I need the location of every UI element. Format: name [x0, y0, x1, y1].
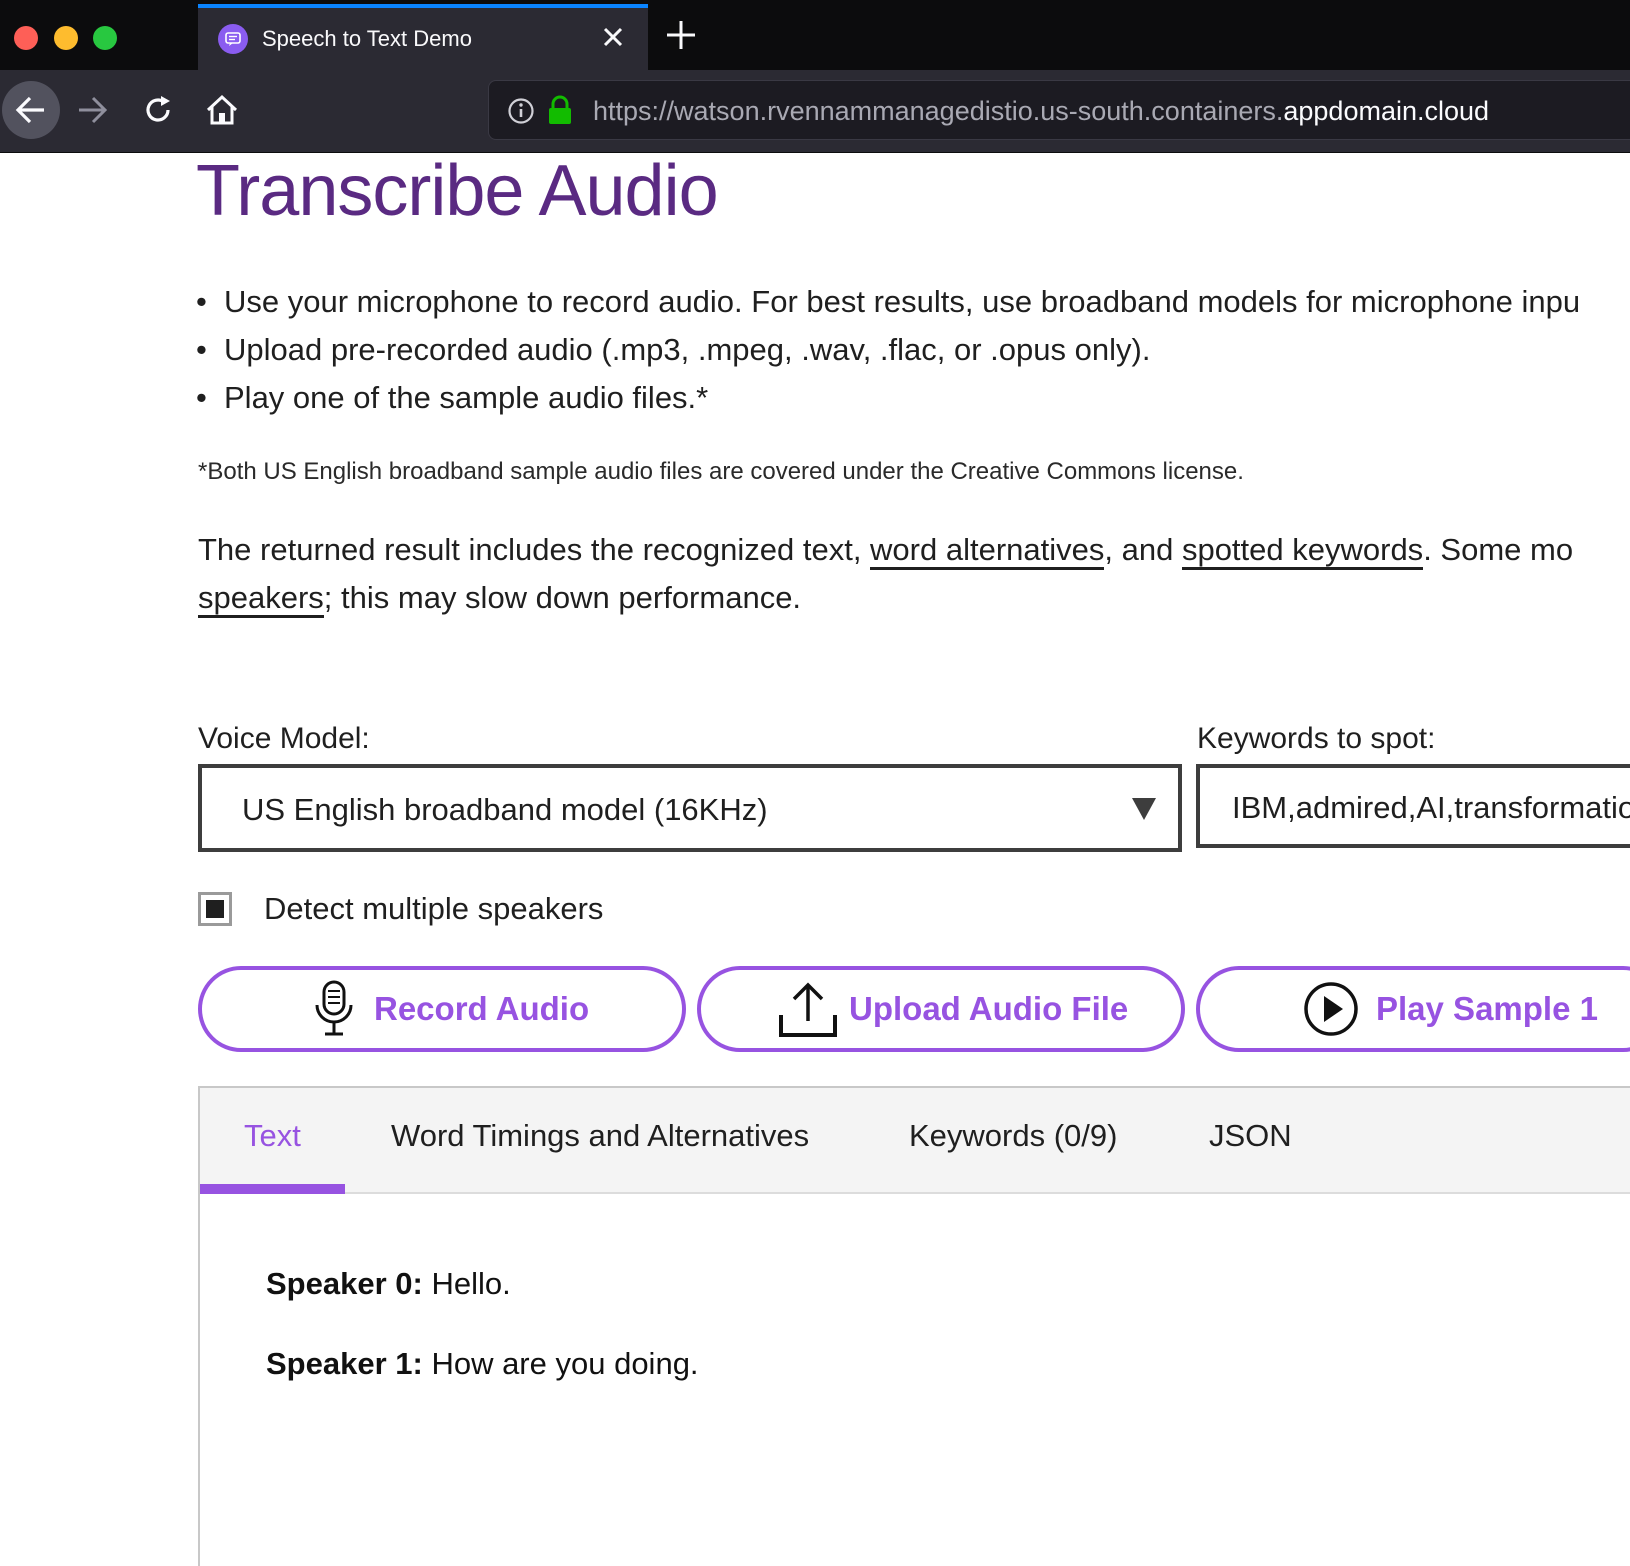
tab-text[interactable]: Text	[244, 1118, 301, 1154]
detect-speakers-checkbox[interactable]	[198, 892, 232, 926]
instruction-sample: Play one of the sample audio files.*	[224, 380, 709, 415]
result-text: ; this may slow down performance.	[323, 580, 802, 615]
tab-keywords[interactable]: Keywords (0/9)	[909, 1118, 1117, 1154]
utterance-text: Hello.	[422, 1266, 511, 1301]
keywords-input[interactable]: IBM,admired,AI,transformatio	[1196, 764, 1630, 848]
forward-arrow-icon[interactable]	[70, 88, 114, 132]
utterance-text: How are you doing.	[422, 1346, 699, 1381]
play-circle-icon	[1302, 980, 1360, 1038]
active-tab-indicator	[200, 1184, 345, 1194]
license-footnote: *Both US English broadband sample audio …	[198, 458, 1244, 485]
output-tab-strip: Text Word Timings and Alternatives Keywo…	[200, 1088, 1630, 1194]
play-sample-1-button[interactable]: Play Sample 1	[1196, 966, 1630, 1052]
record-audio-label: Record Audio	[374, 990, 590, 1027]
list-item: • Use your microphone to record audio. Fo…	[196, 284, 1581, 319]
voice-model-select[interactable]: US English broadband model (16KHz)	[198, 764, 1182, 852]
result-text: , and	[1104, 532, 1182, 567]
info-circle-icon[interactable]	[507, 97, 535, 125]
browser-tab-bar: Speech to Text Demo	[0, 0, 1630, 70]
page-title: Transcribe Audio	[196, 151, 719, 231]
reload-icon[interactable]	[136, 88, 180, 132]
spotted-keywords-link[interactable]: spotted keywords	[1181, 532, 1424, 570]
home-icon[interactable]	[200, 88, 244, 132]
upload-audio-file-label: Upload Audio File	[849, 990, 1129, 1027]
address-bar[interactable]: https://watson.rvennammanagedistio.us-so…	[488, 80, 1630, 140]
close-tab-icon[interactable]	[598, 22, 628, 52]
new-tab-plus-icon[interactable]	[664, 18, 698, 52]
instructions-list: • Use your microphone to record audio. Fo…	[196, 278, 1630, 422]
minimize-window-button[interactable]	[54, 26, 78, 50]
word-alternatives-link[interactable]: word alternatives	[870, 532, 1105, 570]
result-text: The returned result includes the recogni…	[198, 532, 871, 567]
instruction-upload: Upload pre-recorded audio (.mp3, .mpeg, …	[224, 332, 1151, 367]
checkbox-checked-mark	[206, 900, 224, 918]
voice-model-value: US English broadband model (16KHz)	[242, 792, 768, 827]
speaker-label: Speaker 0:	[266, 1266, 423, 1301]
speaker-label: Speaker 1:	[266, 1346, 423, 1381]
url-text[interactable]: https://watson.rvennammanagedistio.us-so…	[593, 96, 1489, 127]
upload-icon	[777, 979, 839, 1039]
transcript-line: Speaker 1: How are you doing.	[266, 1346, 699, 1426]
result-text: . Some mo	[1423, 532, 1574, 567]
microphone-icon	[314, 979, 354, 1039]
result-description: The returned result includes the recogni…	[198, 526, 1573, 622]
url-path: https://watson.rvennammanagedistio.us-so…	[593, 96, 1284, 126]
keywords-value: IBM,admired,AI,transformatio	[1232, 790, 1630, 825]
voice-model-label: Voice Model:	[198, 722, 370, 755]
maximize-window-button[interactable]	[93, 26, 117, 50]
transcript: Speaker 0: Hello. Speaker 1: How are you…	[266, 1266, 699, 1426]
close-window-button[interactable]	[14, 26, 38, 50]
upload-audio-file-button[interactable]: Upload Audio File	[697, 966, 1185, 1052]
browser-tab-active[interactable]: Speech to Text Demo	[198, 4, 648, 70]
speakers-link[interactable]: speakers	[198, 580, 324, 618]
list-item: • Upload pre-recorded audio (.mp3, .mpeg,…	[196, 332, 1151, 367]
tab-title: Speech to Text Demo	[262, 26, 472, 51]
dropdown-triangle-icon	[1130, 796, 1158, 822]
play-sample-1-label: Play Sample 1	[1376, 990, 1598, 1027]
tab-word-timings[interactable]: Word Timings and Alternatives	[391, 1118, 809, 1154]
record-audio-button[interactable]: Record Audio	[198, 966, 686, 1052]
transcript-line: Speaker 0: Hello.	[266, 1266, 699, 1346]
lock-icon[interactable]	[547, 95, 573, 125]
output-panel: Text Word Timings and Alternatives Keywo…	[198, 1086, 1630, 1566]
keywords-label: Keywords to spot:	[1197, 722, 1436, 755]
list-item: • Play one of the sample audio files.*	[196, 380, 709, 415]
instruction-microphone: Use your microphone to record audio. For…	[224, 284, 1581, 319]
url-domain: appdomain.cloud	[1283, 96, 1490, 126]
back-arrow-icon[interactable]	[2, 81, 60, 139]
tab-json[interactable]: JSON	[1209, 1118, 1292, 1154]
speech-bubble-icon	[218, 24, 248, 54]
detect-speakers-label[interactable]: Detect multiple speakers	[264, 891, 603, 927]
